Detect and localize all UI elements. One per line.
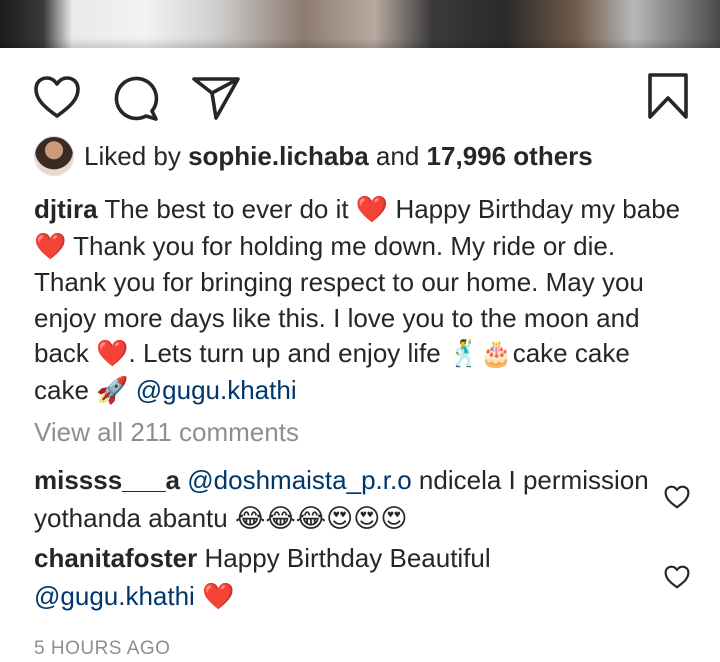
liked-by-prefix: Liked by [84,140,181,171]
like-button[interactable] [33,75,81,119]
photo-shade [0,38,720,48]
caption-username[interactable]: djtira [34,194,98,224]
comment-text: Happy Birthday Beautiful [204,543,491,573]
comment-like-button[interactable] [664,565,690,589]
liked-by-username[interactable]: sophie.lichaba [188,141,369,171]
post-caption: djtira The best to ever do it ❤️ Happy B… [34,192,689,409]
red-heart-emoji-icon: ❤️ [355,195,389,225]
caption-text-2: Happy Birthday my babe [395,194,681,224]
comment-like-button[interactable] [664,485,690,509]
caption-text-4: . Lets turn up and enjoy life [128,338,441,368]
laughing-heart-eyes-emoji-icon: 😂😂😂😍😍😍 [234,504,408,534]
post-photo[interactable] [0,0,720,48]
red-heart-emoji-icon: ❤️ [34,231,67,262]
liked-by-and: and [375,140,420,171]
heart-outline-icon [664,485,690,509]
view-all-comments-link[interactable]: View all 211 comments [34,417,299,448]
comment-bubble-icon [114,76,159,121]
rocket-emoji-icon: 🚀 [96,375,129,406]
comment-button[interactable] [111,75,161,121]
heart-outline-icon [34,76,80,118]
paper-plane-icon [192,77,240,120]
red-heart-emoji-icon: ❤️ [202,582,235,612]
likes-row[interactable]: Liked by sophie.lichaba and 17,996 other… [34,136,593,176]
likes-text[interactable]: Liked by sophie.lichaba and 17,996 other… [84,141,593,172]
post-timestamp: 5 HOURS AGO [34,638,171,659]
comment-username[interactable]: missss___a [34,465,180,495]
comment-item: chanitafoster Happy Birthday Beautiful @… [34,539,654,616]
caption-mention[interactable]: @gugu.khathi [136,375,297,405]
bookmark-icon [648,73,688,119]
dancer-cake-emoji-icon: 🕺🎂 [447,339,513,369]
comment-mention[interactable]: @doshmaista_p.r.o [187,465,411,495]
comment-mention[interactable]: @gugu.khathi [34,581,195,611]
heart-outline-icon [664,565,690,589]
comment-item: missss___a @doshmaista_p.r.o ndicela I p… [34,461,654,538]
red-heart-emoji-icon: ❤️ [96,339,129,369]
caption-text-1: The best to ever do it [104,194,349,224]
comment-username[interactable]: chanitafoster [34,543,197,573]
liker-avatar[interactable] [34,136,74,176]
save-button[interactable] [646,72,690,120]
likes-count[interactable]: 17,996 others [427,141,593,171]
action-bar [0,48,720,144]
share-button[interactable] [191,75,241,121]
